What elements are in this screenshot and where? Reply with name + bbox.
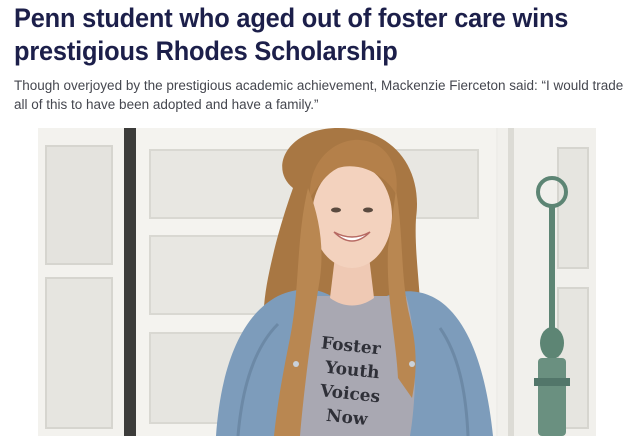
photo-illustration: Foster Youth Voices Now [38,128,596,436]
article: Penn student who aged out of foster care… [0,0,639,436]
article-photo[interactable]: Foster Youth Voices Now [38,128,596,436]
article-dek: Though overjoyed by the prestigious acad… [14,78,624,112]
headline[interactable]: Penn student who aged out of foster care… [14,2,592,68]
